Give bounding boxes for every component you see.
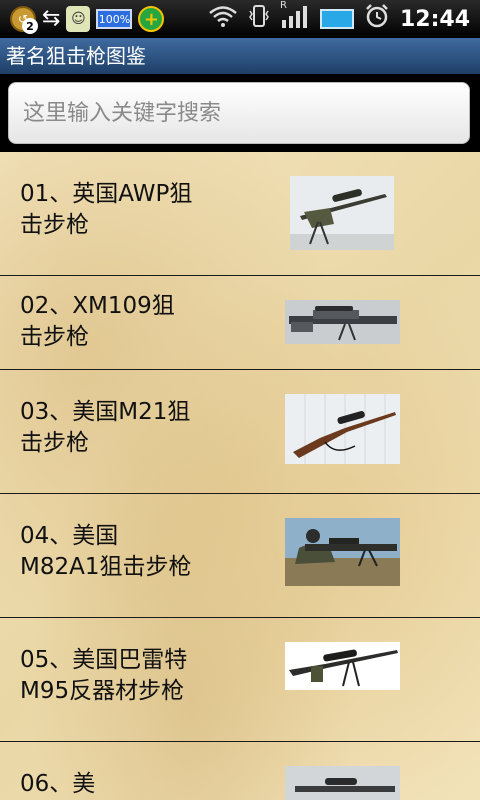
list-item-label: 02、XM109狙击步枪 [20,293,175,350]
android-debug-icon: ☺ [66,6,91,32]
app-title-bar: 著名狙击枪图鉴 [0,38,480,74]
search-input[interactable] [8,82,470,144]
rifle-thumbnail-image [285,394,400,468]
rifle-thumbnail-image [285,642,400,694]
battery-level-icon: 100% [96,9,133,29]
search-area [0,74,480,152]
list-item-label: 05、美国巴雷特M95反器材步枪 [20,647,188,704]
rifle-thumbnail-image [285,300,400,348]
signal-icon: R [280,0,310,34]
list-item[interactable]: 03、美国M21狙击步枪 [0,370,480,494]
wifi-icon [208,5,238,33]
rifle-list: 01、英国AWP狙击步枪 02、XM109狙击步枪 03、美国M21狙击步枪 0… [0,152,480,800]
notification-badge-icon: ↺ 2 [10,6,38,34]
battery-icon [319,9,354,29]
list-item-label: 06、美 [20,771,96,797]
roaming-label: R [279,0,287,11]
list-item[interactable]: 02、XM109狙击步枪 [0,276,480,370]
status-bar: ↺ 2 ⇆ ☺ 100% + R 12:44 [0,0,480,38]
vibrate-icon [248,4,270,34]
plus-app-icon: + [138,6,165,32]
clock-time: 12:44 [399,6,470,32]
rifle-thumbnail-image [285,518,400,590]
alarm-clock-icon [364,3,390,35]
list-item-label: 03、美国M21狙击步枪 [20,399,191,456]
list-item-label: 01、英国AWP狙击步枪 [20,181,193,238]
list-item-label: 04、美国M82A1狙击步枪 [20,523,192,580]
list-item[interactable]: 04、美国M82A1狙击步枪 [0,494,480,618]
list-item[interactable]: 05、美国巴雷特M95反器材步枪 [0,618,480,742]
rifle-thumbnail-image [290,176,394,254]
usb-icon: ⇆ [42,6,61,31]
rifle-thumbnail-image [285,766,400,800]
notification-count: 2 [22,18,38,34]
list-item[interactable]: 06、美 [0,742,480,800]
list-item[interactable]: 01、英国AWP狙击步枪 [0,152,480,276]
app-title: 著名狙击枪图鉴 [6,44,146,68]
